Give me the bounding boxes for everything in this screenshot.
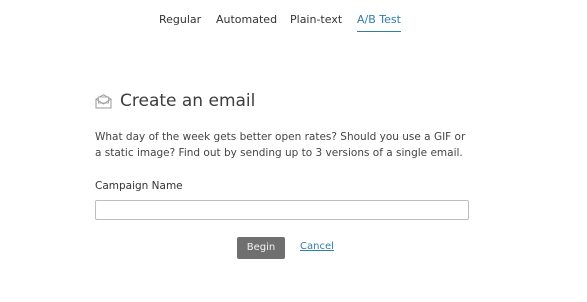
tab-ab-test[interactable]: A/B Test [357,13,401,32]
tab-plain-text[interactable]: Plain-text [290,13,342,31]
email-type-tabs: Regular Automated Plain-text A/B Test [0,13,587,35]
ab-test-description: What day of the week gets better open ra… [95,131,466,159]
tab-regular[interactable]: Regular [159,13,201,31]
page-heading: Create an email [95,90,255,112]
tab-automated[interactable]: Automated [216,13,277,31]
campaign-name-input[interactable] [95,200,469,220]
envelope-icon [95,93,112,109]
campaign-name-label: Campaign Name [95,180,183,192]
begin-button[interactable]: Begin [237,237,285,259]
cancel-link[interactable]: Cancel [300,241,334,252]
page-title: Create an email [120,91,256,111]
